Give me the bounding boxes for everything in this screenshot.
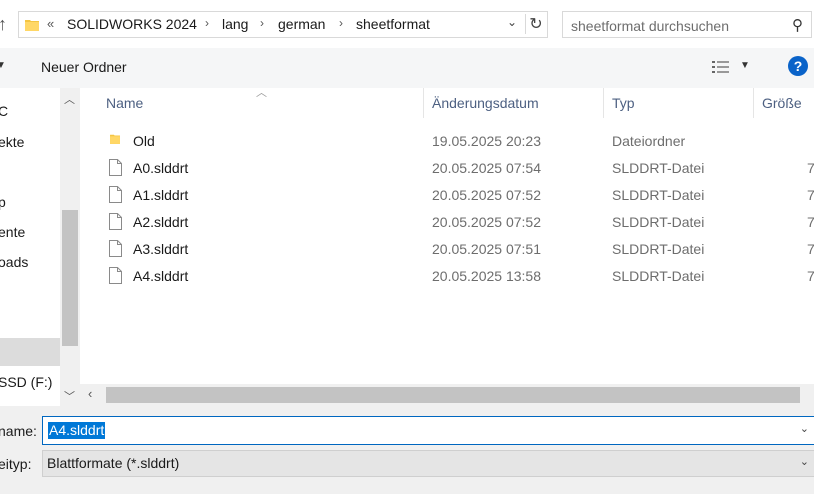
file-date: 20.05.2025 07:54 [432,160,541,176]
column-header-size[interactable]: Größe [762,95,802,111]
file-dialog-footer: name: A4.slddrt ⌄ eityp: Blattformate (*… [0,406,814,494]
chevron-down-icon[interactable]: ﹀ [64,388,75,404]
table-row[interactable]: A0.slddrt 20.05.2025 07:54 SLDDRT-Datei … [104,155,814,182]
file-name: A2.slddrt [133,214,189,230]
file-icon [109,213,122,230]
table-row[interactable]: A3.slddrt 20.05.2025 07:51 SLDDRT-Datei … [104,236,814,263]
search-box[interactable]: ⚲ [562,11,812,39]
toolbar: ▼ Neuer Ordner ▼ ? [0,48,814,89]
file-size: 7 [807,214,814,230]
filetype-label: eityp: [0,456,32,472]
column-header-date[interactable]: Änderungsdatum [432,95,539,111]
file-name: A1.slddrt [133,187,189,203]
file-date: 20.05.2025 07:52 [432,187,541,203]
nav-selected-highlight [0,338,60,366]
file-type: SLDDRT-Datei [612,160,705,176]
file-name: A3.slddrt [133,241,189,257]
file-list: ︿ Name Änderungsdatum Typ Größe Old 19.0… [80,87,814,406]
chevron-down-icon[interactable]: ⌄ [505,15,519,33]
file-date: 20.05.2025 13:58 [432,268,541,284]
file-size: 7 [807,187,814,203]
up-arrow-icon[interactable]: ↑ [0,14,12,34]
address-bar[interactable]: « SOLIDWORKS 2024 › lang › german › shee… [18,11,548,38]
breadcrumb-item-solidworks[interactable]: SOLIDWORKS 2024 [67,16,197,32]
nav-scrollbar-thumb[interactable] [62,210,78,346]
refresh-icon[interactable]: ↻ [525,14,546,34]
file-type: SLDDRT-Datei [612,268,705,284]
file-size: 7 [807,160,814,176]
file-type: SLDDRT-Datei [612,241,705,257]
help-icon[interactable]: ? [788,56,808,76]
breadcrumb-item-sheetformat[interactable]: sheetformat [356,16,430,32]
new-folder-button[interactable]: Neuer Ordner [41,59,127,75]
horizontal-scrollbar[interactable]: ‹ [80,384,814,406]
filename-label: name: [0,423,37,439]
nav-item[interactable]: ente [0,224,25,240]
column-divider[interactable] [753,88,754,118]
view-options-icon[interactable] [711,59,731,75]
table-row[interactable]: A4.slddrt 20.05.2025 13:58 SLDDRT-Datei … [104,263,814,290]
filetype-value: Blattformate (*.slddrt) [47,455,180,471]
view-dropdown-icon[interactable]: ▼ [740,60,750,71]
file-name: A0.slddrt [133,160,189,176]
file-date: 20.05.2025 07:52 [432,214,541,230]
file-icon [109,240,122,257]
file-type: SLDDRT-Datei [612,214,705,230]
chevron-down-icon[interactable]: ⌄ [800,455,809,468]
column-divider[interactable] [603,88,604,118]
file-icon [109,267,122,284]
file-name: A4.slddrt [133,268,189,284]
nav-item[interactable]: C [0,103,8,119]
chevron-left-icon[interactable]: ‹ [88,386,92,401]
search-input[interactable] [569,12,783,39]
filetype-select[interactable]: Blattformate (*.slddrt) ⌄ [42,450,814,477]
breadcrumb-separator-icon[interactable]: › [339,16,343,30]
file-type: SLDDRT-Datei [612,187,705,203]
search-icon[interactable]: ⚲ [792,16,803,34]
breadcrumb-overflow[interactable]: « [47,16,54,31]
file-date: 20.05.2025 07:51 [432,241,541,257]
horizontal-scrollbar-thumb[interactable] [106,387,800,403]
breadcrumb-separator-icon[interactable]: › [205,16,209,30]
folder-icon [110,134,120,144]
table-row[interactable]: Old 19.05.2025 20:23 Dateiordner [104,128,814,155]
file-name: Old [133,133,155,149]
breadcrumb-item-lang[interactable]: lang [222,16,248,32]
table-row[interactable]: A2.slddrt 20.05.2025 07:52 SLDDRT-Datei … [104,209,814,236]
chevron-down-icon[interactable]: ⌄ [800,422,809,435]
nav-item-drive[interactable]: SSD (F:) [0,374,52,390]
file-type: Dateiordner [612,133,686,149]
filename-selected-text[interactable]: A4.slddrt [48,422,106,439]
sort-ascending-icon: ︿ [256,87,267,99]
filename-input[interactable]: A4.slddrt ⌄ [42,416,814,445]
breadcrumb-item-german[interactable]: german [278,16,325,32]
nav-item[interactable]: oads [0,254,28,270]
file-icon [109,159,122,176]
table-row[interactable]: A1.slddrt 20.05.2025 07:52 SLDDRT-Datei … [104,182,814,209]
folder-icon [25,20,39,31]
nav-item[interactable]: p [0,194,6,210]
column-divider[interactable] [423,88,424,118]
column-header-name[interactable]: Name [106,95,143,111]
organize-dropdown-icon[interactable]: ▼ [0,60,6,71]
file-icon [109,186,122,203]
file-date: 19.05.2025 20:23 [432,133,541,149]
navigation-pane: C ekte p ente oads SSD (F:) ︿ ﹀ [0,88,80,406]
breadcrumb-separator-icon[interactable]: › [260,16,264,30]
chevron-up-icon[interactable]: ︿ [64,91,75,107]
column-header-type[interactable]: Typ [612,95,635,111]
file-size: 7 [807,268,814,284]
file-size: 7 [807,241,814,257]
nav-item[interactable]: ekte [0,134,24,150]
address-row: ↑ « SOLIDWORKS 2024 › lang › german › sh… [0,0,814,48]
